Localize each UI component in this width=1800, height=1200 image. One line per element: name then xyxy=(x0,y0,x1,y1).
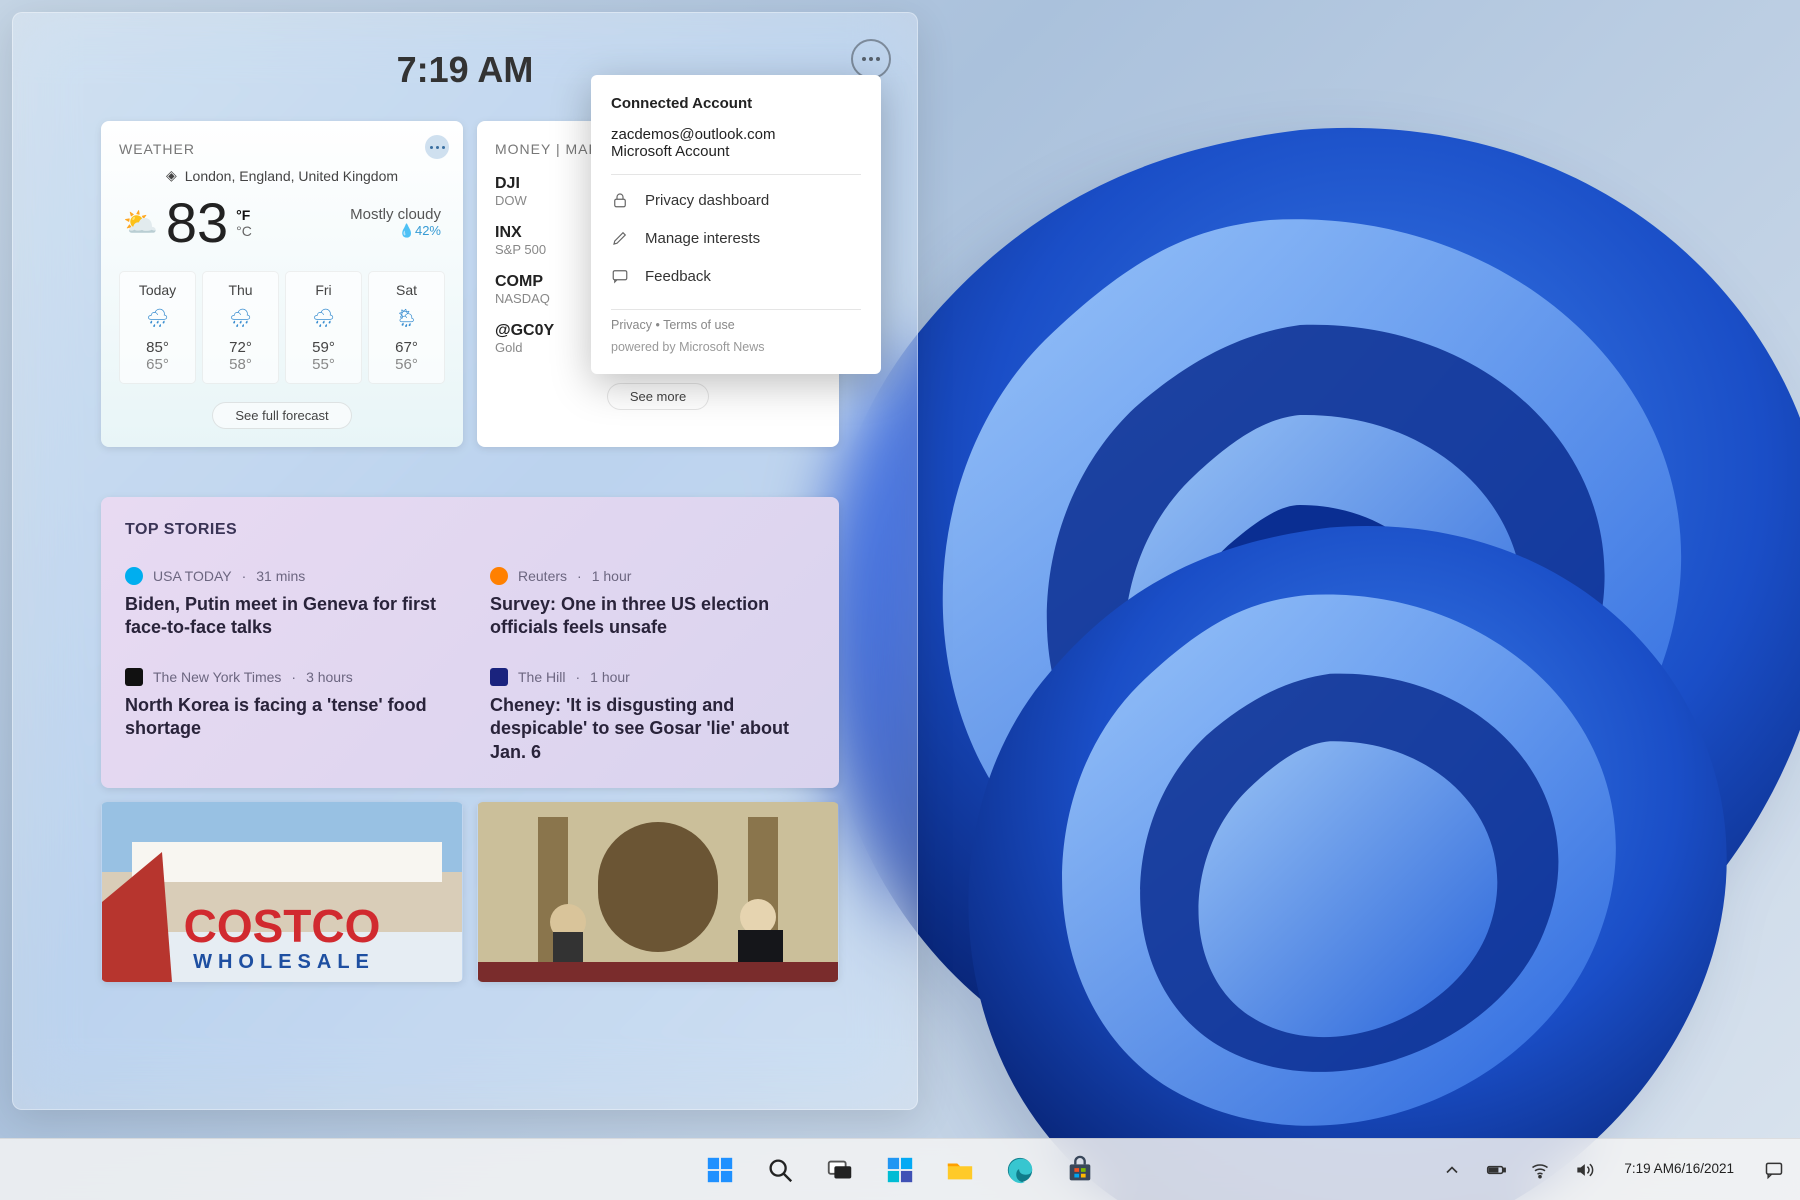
rain-icon: 🌦 xyxy=(369,308,444,329)
tray-wifi[interactable] xyxy=(1522,1146,1558,1194)
weather-cloud-icon: ⛅ xyxy=(123,206,158,239)
search-icon xyxy=(765,1155,795,1185)
forecast-day[interactable]: Fri 🌧 59° 55° xyxy=(285,271,362,384)
chat-icon xyxy=(611,267,629,285)
unit-toggle[interactable]: °F °C xyxy=(236,207,252,239)
weather-card[interactable]: WEATHER ◈ London, England, United Kingdo… xyxy=(101,121,463,447)
taskbar: 7:19 AM 6/16/2021 xyxy=(0,1138,1800,1200)
privacy-dashboard-item[interactable]: Privacy dashboard xyxy=(611,181,861,219)
windows-icon xyxy=(705,1155,735,1185)
file-explorer-button[interactable] xyxy=(936,1146,984,1194)
source-icon xyxy=(125,668,143,686)
story-item[interactable]: The Hill· 1 hour Cheney: 'It is disgusti… xyxy=(490,668,815,764)
chevron-up-icon xyxy=(1442,1160,1462,1180)
see-full-forecast-button[interactable]: See full forecast xyxy=(212,402,351,429)
popover-header: Connected Account xyxy=(611,95,861,112)
tray-clock[interactable]: 7:19 AM 6/16/2021 xyxy=(1610,1146,1748,1194)
desktop: 7:19 AM WEATHER ◈ London, England xyxy=(0,0,1800,1200)
search-button[interactable] xyxy=(756,1146,804,1194)
story-item[interactable]: The New York Times· 3 hours North Korea … xyxy=(125,668,450,764)
news-image-card[interactable] xyxy=(477,802,839,982)
folder-icon xyxy=(945,1155,975,1185)
rain-icon: 🌧 xyxy=(203,308,278,329)
widgets-more-button[interactable] xyxy=(851,39,891,79)
tray-battery[interactable] xyxy=(1478,1146,1514,1194)
terms-link[interactable]: Terms of use xyxy=(663,318,735,332)
weather-title: WEATHER xyxy=(119,141,445,157)
volume-icon xyxy=(1574,1160,1594,1180)
forecast-row: Today 🌧 85° 65° Thu 🌧 72° xyxy=(119,271,445,384)
rain-icon: 🌧 xyxy=(120,308,195,329)
source-icon xyxy=(490,668,508,686)
store-button[interactable] xyxy=(1056,1146,1104,1194)
tray-volume[interactable] xyxy=(1566,1146,1602,1194)
manage-interests-item[interactable]: Manage interests xyxy=(611,219,861,257)
location-icon: ◈ xyxy=(166,167,177,184)
task-view-button[interactable] xyxy=(816,1146,864,1194)
story-item[interactable]: USA TODAY· 31 mins Biden, Putin meet in … xyxy=(125,567,450,640)
taskbar-right: 7:19 AM 6/16/2021 xyxy=(1434,1146,1792,1194)
privacy-link[interactable]: Privacy xyxy=(611,318,652,332)
edge-button[interactable] xyxy=(996,1146,1044,1194)
powered-by: powered by Microsoft News xyxy=(611,340,861,354)
forecast-day[interactable]: Thu 🌧 72° 58° xyxy=(202,271,279,384)
account-type: Microsoft Account xyxy=(611,143,861,160)
svg-text:COSTCO: COSTCO xyxy=(184,900,381,952)
tray-notifications[interactable] xyxy=(1756,1146,1792,1194)
weather-more-button[interactable] xyxy=(425,135,449,159)
widgets-button[interactable] xyxy=(876,1146,924,1194)
account-email: zacdemos@outlook.com xyxy=(611,126,861,143)
weather-location-row: ◈ London, England, United Kingdom xyxy=(119,167,445,184)
weather-location: London, England, United Kingdom xyxy=(185,168,398,184)
weather-humidity: 💧42% xyxy=(350,223,441,239)
see-more-button[interactable]: See more xyxy=(607,383,709,410)
current-temp: 83 xyxy=(166,190,228,255)
task-view-icon xyxy=(825,1155,855,1185)
source-icon xyxy=(125,567,143,585)
news-image-card[interactable]: COSTCO WHOLESALE xyxy=(101,802,463,982)
popover-footer-links: Privacy • Terms of use xyxy=(611,318,861,332)
edge-icon xyxy=(1005,1155,1035,1185)
top-stories-card: TOP STORIES USA TODAY· 31 mins Biden, Pu… xyxy=(101,497,839,788)
story-item[interactable]: Reuters· 1 hour Survey: One in three US … xyxy=(490,567,815,640)
forecast-day[interactable]: Today 🌧 85° 65° xyxy=(119,271,196,384)
svg-text:WHOLESALE: WHOLESALE xyxy=(193,951,375,973)
start-button[interactable] xyxy=(696,1146,744,1194)
source-icon xyxy=(490,567,508,585)
widgets-icon xyxy=(885,1155,915,1185)
widgets-panel: 7:19 AM WEATHER ◈ London, England xyxy=(12,12,918,1110)
rain-icon: 🌧 xyxy=(286,308,361,329)
account-popover: Connected Account zacdemos@outlook.com M… xyxy=(591,75,881,374)
battery-icon xyxy=(1486,1160,1506,1180)
forecast-day[interactable]: Sat 🌦 67° 56° xyxy=(368,271,445,384)
pencil-icon xyxy=(611,229,629,247)
weather-current: ⛅ 83 °F °C Mostly cl xyxy=(119,190,445,255)
lock-icon xyxy=(611,191,629,209)
more-icon xyxy=(430,146,445,149)
store-icon xyxy=(1065,1155,1095,1185)
wifi-icon xyxy=(1530,1160,1550,1180)
stories-title: TOP STORIES xyxy=(125,521,815,539)
notifications-icon xyxy=(1764,1160,1784,1180)
feedback-item[interactable]: Feedback xyxy=(611,257,861,295)
taskbar-center xyxy=(696,1146,1104,1194)
weather-condition: Mostly cloudy xyxy=(350,206,441,223)
tray-chevron[interactable] xyxy=(1434,1146,1470,1194)
more-icon xyxy=(862,57,880,61)
image-cards-row: COSTCO WHOLESALE xyxy=(101,802,917,982)
